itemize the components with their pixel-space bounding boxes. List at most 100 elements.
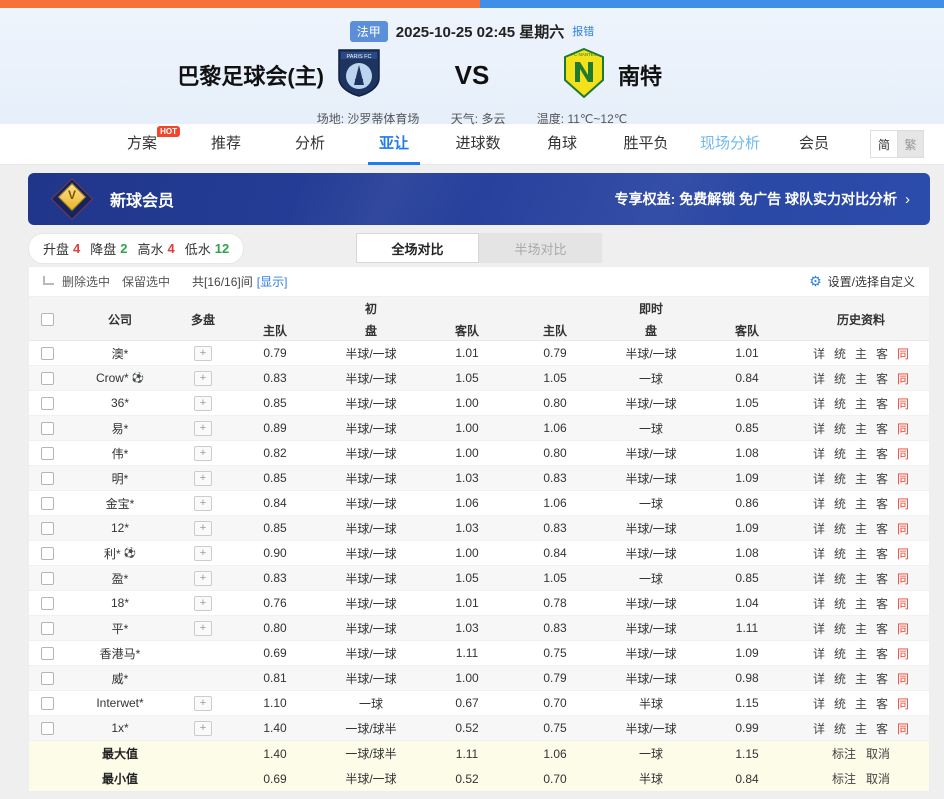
history-link-客[interactable]: 客 [876, 670, 888, 687]
history-link-统[interactable]: 统 [834, 645, 846, 662]
history-link-主[interactable]: 主 [855, 695, 867, 712]
expand-multi-button[interactable]: + [194, 621, 212, 636]
history-link-主[interactable]: 主 [855, 345, 867, 362]
expand-multi-button[interactable]: + [194, 546, 212, 561]
history-link-主[interactable]: 主 [855, 420, 867, 437]
expand-multi-button[interactable]: + [194, 721, 212, 736]
summary-action-取消[interactable]: 取消 [866, 770, 890, 787]
history-link-统[interactable]: 统 [834, 670, 846, 687]
history-link-主[interactable]: 主 [855, 545, 867, 562]
row-checkbox[interactable] [41, 472, 54, 485]
history-link-主[interactable]: 主 [855, 645, 867, 662]
history-link-客[interactable]: 客 [876, 695, 888, 712]
history-link-详[interactable]: 详 [813, 495, 825, 512]
row-checkbox[interactable] [41, 397, 54, 410]
nav-tab-会员[interactable]: 会员 [772, 124, 856, 165]
history-link-主[interactable]: 主 [855, 520, 867, 537]
history-link-统[interactable]: 统 [834, 720, 846, 737]
lang-traditional-button[interactable]: 繁 [897, 131, 923, 157]
full-match-tab[interactable]: 全场对比 [356, 233, 479, 263]
history-link-主[interactable]: 主 [855, 395, 867, 412]
history-link-客[interactable]: 客 [876, 620, 888, 637]
row-checkbox[interactable] [41, 597, 54, 610]
history-link-详[interactable]: 详 [813, 545, 825, 562]
company-name[interactable]: 香港马* [65, 645, 175, 662]
history-link-主[interactable]: 主 [855, 620, 867, 637]
history-link-统[interactable]: 统 [834, 470, 846, 487]
history-link-同[interactable]: 同 [897, 645, 909, 662]
history-link-同[interactable]: 同 [897, 545, 909, 562]
row-checkbox[interactable] [41, 497, 54, 510]
history-link-详[interactable]: 详 [813, 720, 825, 737]
history-link-同[interactable]: 同 [897, 495, 909, 512]
history-link-同[interactable]: 同 [897, 395, 909, 412]
expand-multi-button[interactable]: + [194, 346, 212, 361]
history-link-同[interactable]: 同 [897, 720, 909, 737]
history-link-同[interactable]: 同 [897, 695, 909, 712]
history-link-客[interactable]: 客 [876, 595, 888, 612]
history-link-客[interactable]: 客 [876, 570, 888, 587]
row-checkbox[interactable] [41, 447, 54, 460]
row-checkbox[interactable] [41, 722, 54, 735]
history-link-主[interactable]: 主 [855, 370, 867, 387]
row-checkbox[interactable] [41, 347, 54, 360]
expand-multi-button[interactable]: + [194, 696, 212, 711]
company-name[interactable]: 12* [65, 521, 175, 535]
expand-multi-button[interactable]: + [194, 521, 212, 536]
row-checkbox[interactable] [41, 697, 54, 710]
nav-tab-胜平负[interactable]: 胜平负 [604, 124, 688, 165]
history-link-详[interactable]: 详 [813, 570, 825, 587]
lang-simplified-button[interactable]: 简 [871, 131, 897, 157]
history-link-主[interactable]: 主 [855, 570, 867, 587]
history-link-详[interactable]: 详 [813, 670, 825, 687]
history-link-主[interactable]: 主 [855, 720, 867, 737]
row-checkbox[interactable] [41, 372, 54, 385]
history-link-统[interactable]: 统 [834, 545, 846, 562]
history-link-客[interactable]: 客 [876, 470, 888, 487]
history-link-同[interactable]: 同 [897, 420, 909, 437]
nav-tab-进球数[interactable]: 进球数 [436, 124, 520, 165]
nav-tab-推荐[interactable]: 推荐 [184, 124, 268, 165]
expand-multi-button[interactable]: + [194, 471, 212, 486]
history-link-客[interactable]: 客 [876, 370, 888, 387]
select-all-checkbox[interactable] [29, 312, 65, 326]
expand-multi-button[interactable]: + [194, 371, 212, 386]
history-link-统[interactable]: 统 [834, 620, 846, 637]
company-name[interactable]: 威* [65, 670, 175, 687]
history-link-统[interactable]: 统 [834, 420, 846, 437]
history-link-详[interactable]: 详 [813, 445, 825, 462]
expand-multi-button[interactable]: + [194, 496, 212, 511]
history-link-同[interactable]: 同 [897, 520, 909, 537]
company-name[interactable]: 伟* [65, 445, 175, 462]
history-link-详[interactable]: 详 [813, 470, 825, 487]
history-link-统[interactable]: 统 [834, 520, 846, 537]
company-name[interactable]: 18* [65, 596, 175, 610]
history-link-详[interactable]: 详 [813, 345, 825, 362]
summary-action-取消[interactable]: 取消 [866, 745, 890, 762]
summary-action-标注[interactable]: 标注 [832, 745, 856, 762]
vip-banner[interactable]: V 新球会员 专享权益: 免费解锁 免广告 球队实力对比分析 › [28, 173, 930, 225]
history-link-详[interactable]: 详 [813, 520, 825, 537]
company-name[interactable]: 易* [65, 420, 175, 437]
nav-tab-分析[interactable]: 分析 [268, 124, 352, 165]
history-link-客[interactable]: 客 [876, 345, 888, 362]
history-link-详[interactable]: 详 [813, 645, 825, 662]
nav-tab-亚让[interactable]: 亚让 [352, 124, 436, 165]
chevron-right-icon[interactable]: › [905, 191, 910, 208]
history-link-同[interactable]: 同 [897, 445, 909, 462]
settings-button[interactable]: ⚙ 设置/选择自定义 [809, 273, 915, 290]
delete-selected-button[interactable]: 删除选中 [62, 273, 110, 290]
show-link[interactable]: [显示] [257, 273, 288, 290]
history-link-同[interactable]: 同 [897, 470, 909, 487]
keep-selected-button[interactable]: 保留选中 [122, 273, 170, 290]
nav-tab-角球[interactable]: 角球 [520, 124, 604, 165]
row-checkbox[interactable] [41, 647, 54, 660]
half-match-tab[interactable]: 半场对比 [479, 233, 602, 263]
company-name[interactable]: 平* [65, 620, 175, 637]
history-link-主[interactable]: 主 [855, 470, 867, 487]
row-checkbox[interactable] [41, 572, 54, 585]
row-checkbox[interactable] [41, 622, 54, 635]
history-link-客[interactable]: 客 [876, 445, 888, 462]
row-checkbox[interactable] [41, 672, 54, 685]
company-name[interactable]: Interwet* [65, 696, 175, 710]
